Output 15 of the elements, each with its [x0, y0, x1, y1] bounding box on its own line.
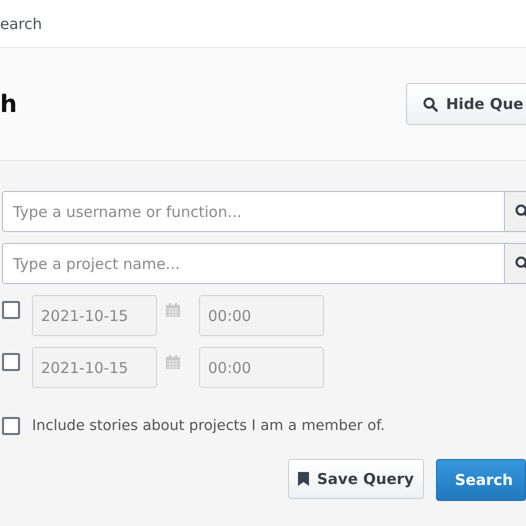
checkbox[interactable]: [2, 300, 20, 318]
search-field[interactable]: Type a project name...: [2, 243, 505, 284]
search-field[interactable]: Type a username or function...: [2, 191, 505, 232]
bookmark-icon: [298, 472, 309, 486]
page-title: h: [0, 90, 18, 118]
search-button[interactable]: Search: [436, 459, 526, 501]
breadcrumb-link[interactable]: earch: [0, 14, 42, 32]
search-icon: [515, 256, 526, 271]
hide-query-button[interactable]: Hide Que: [406, 83, 526, 125]
checkbox-label: Include stories about projects I am a member of.: [32, 418, 385, 434]
checkbox[interactable]: [2, 417, 20, 435]
search-icon: [515, 204, 526, 219]
search-icon: [423, 96, 438, 112]
save-query-button[interactable]: Save Query: [288, 459, 424, 499]
checkbox[interactable]: [2, 352, 20, 370]
